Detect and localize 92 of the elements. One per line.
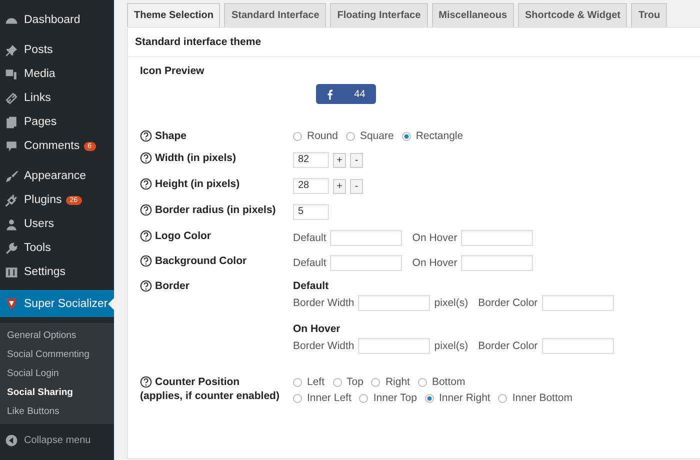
color-field[interactable]: [542, 338, 614, 354]
field-label: Border Width: [293, 297, 354, 309]
pages-icon: [5, 116, 18, 128]
field-label: Counter Position: [155, 376, 240, 388]
user-icon: [5, 218, 18, 230]
field-label: Background Color: [155, 255, 247, 267]
panel-title: Standard interface theme: [128, 28, 700, 57]
help-icon[interactable]: [140, 255, 152, 267]
help-icon[interactable]: [140, 130, 152, 142]
sidebar-item[interactable]: Tools: [0, 236, 114, 260]
help-icon[interactable]: [140, 376, 152, 388]
sidebar-item[interactable]: Users: [0, 212, 114, 236]
radio-option[interactable]: Left: [293, 376, 325, 388]
field-label: Default: [293, 232, 326, 244]
brush-icon: [5, 170, 18, 182]
increase-button[interactable]: +: [333, 152, 346, 168]
color-field[interactable]: [461, 230, 534, 246]
sidebar-item[interactable]: Links: [0, 86, 114, 110]
color-field[interactable]: [330, 255, 402, 271]
border-width-field[interactable]: [358, 338, 430, 354]
pin-icon: [5, 44, 18, 56]
sidebar-item[interactable]: Settings: [0, 260, 114, 284]
help-icon[interactable]: [140, 152, 152, 164]
field-label: Default: [293, 257, 326, 269]
submenu-item[interactable]: General Options: [0, 326, 114, 345]
help-icon[interactable]: [140, 204, 152, 216]
sidebar-item[interactable]: Dashboard: [0, 8, 114, 32]
field-label: Border radius (in pixels): [155, 204, 276, 216]
sidebar-item[interactable]: Pages: [0, 110, 114, 134]
submenu-item[interactable]: Like Buttons: [0, 402, 114, 421]
field-label: Border Width: [293, 340, 354, 352]
field-label: On Hover: [412, 232, 458, 244]
section-label: Default: [293, 280, 330, 292]
radio-option[interactable]: Round: [293, 130, 338, 142]
submenu-item[interactable]: Social Login: [0, 364, 114, 383]
sidebar-item[interactable]: Appearance: [0, 164, 114, 188]
help-icon[interactable]: [140, 178, 152, 190]
color-field[interactable]: [542, 295, 614, 311]
sidebar-item[interactable]: Posts: [0, 38, 114, 62]
plug-icon: [5, 194, 18, 206]
sidebar-item[interactable]: Media: [0, 62, 114, 86]
facebook-icon: [326, 88, 333, 100]
unit-label: pixel(s): [434, 297, 468, 309]
field-label: Icon Preview: [140, 65, 206, 77]
radio-option[interactable]: Square: [346, 130, 394, 142]
radio-option[interactable]: Inner Top: [359, 392, 417, 404]
section-label: On Hover: [293, 323, 342, 335]
field-note: (applies, if counter enabled): [140, 390, 280, 402]
tab[interactable]: Trou: [631, 3, 668, 27]
border-width-field[interactable]: [358, 295, 430, 311]
field-label: Border Color: [478, 297, 538, 309]
logo-icon: [5, 297, 18, 310]
radio-option[interactable]: Inner Bottom: [498, 392, 572, 404]
media-icon: [5, 68, 18, 80]
radio-option[interactable]: Right: [371, 376, 410, 388]
tab[interactable]: Miscellaneous: [432, 3, 514, 27]
radio-option[interactable]: Rectangle: [402, 130, 464, 142]
field-label: Border Color: [478, 340, 538, 352]
submenu-item[interactable]: Social Sharing: [0, 383, 114, 402]
submenu-item[interactable]: Social Commenting: [0, 345, 114, 364]
field-label: Border: [155, 280, 190, 292]
color-field[interactable]: [330, 230, 402, 246]
field-label: Shape: [155, 130, 187, 142]
decrease-button[interactable]: -: [350, 178, 363, 194]
field-label: On Hover: [412, 257, 458, 269]
unit-label: pixel(s): [434, 340, 468, 352]
collapse-menu-button[interactable]: Collapse menu: [0, 428, 114, 452]
number-field[interactable]: 28: [293, 178, 329, 194]
field-label: Width (in pixels): [155, 152, 236, 164]
number-field[interactable]: 82: [293, 152, 329, 168]
radio-option[interactable]: Inner Left: [293, 392, 352, 404]
tab[interactable]: Theme Selection: [127, 3, 220, 27]
help-icon[interactable]: [140, 280, 152, 292]
radio-option[interactable]: Bottom: [418, 376, 466, 388]
sliders-icon: [5, 266, 18, 278]
tab[interactable]: Floating Interface: [330, 3, 428, 27]
color-field[interactable]: [461, 255, 534, 271]
increase-button[interactable]: +: [333, 178, 346, 194]
sidebar-item[interactable]: Super Socializer: [0, 290, 114, 317]
radio-option[interactable]: Top: [332, 376, 364, 388]
field-label: Logo Color: [155, 230, 211, 242]
collapse-icon: [5, 434, 18, 446]
number-field[interactable]: 5: [293, 204, 329, 220]
speech-bubble-icon: [5, 140, 18, 152]
radio-option[interactable]: Inner Right: [424, 392, 490, 404]
decrease-button[interactable]: -: [350, 152, 363, 168]
share-count: 44: [354, 88, 366, 100]
wrench-icon: [5, 242, 18, 254]
tab[interactable]: Shortcode & Widget: [518, 3, 628, 27]
help-icon[interactable]: [140, 230, 152, 242]
field-label: Height (in pixels): [155, 178, 240, 190]
tab[interactable]: Standard Interface: [224, 3, 326, 27]
